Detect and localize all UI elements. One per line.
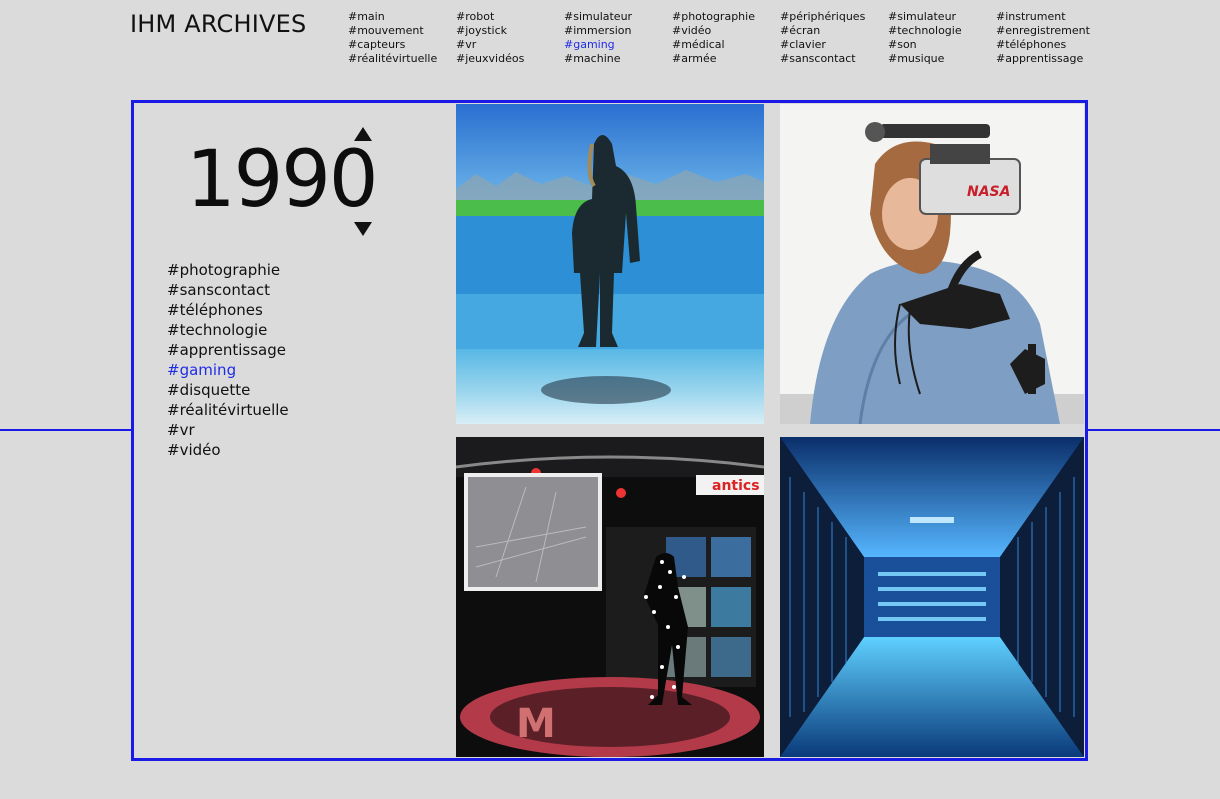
- tag-column: #instrument #enregistrement #téléphones #ap…: [996, 10, 1104, 66]
- nav-tag-link[interactable]: #simulateur: [564, 10, 672, 24]
- site-title[interactable]: IHM ARCHIVES: [130, 10, 306, 38]
- image-motion-capture-stage[interactable]: antics M: [456, 437, 764, 757]
- nav-tag-link[interactable]: #vidéo: [672, 24, 780, 38]
- nav-tag-link[interactable]: #gaming: [564, 38, 672, 52]
- nav-tag-link[interactable]: #musique: [888, 52, 996, 66]
- tag-column: #robot #joystick #vr #jeuxvidéos: [456, 10, 564, 66]
- nav-tag-link[interactable]: #immersion: [564, 24, 672, 38]
- nav-tag-link[interactable]: #capteurs: [348, 38, 456, 52]
- nav-tag-link[interactable]: #mouvement: [348, 24, 456, 38]
- nasa-logo-text: NASA: [967, 184, 1010, 200]
- entry-tag-link[interactable]: #photographie: [167, 260, 289, 280]
- nav-tag-link[interactable]: #joystick: [456, 24, 564, 38]
- year-up-arrow-icon[interactable]: [354, 127, 372, 141]
- nav-tag-link[interactable]: #photographie: [672, 10, 780, 24]
- entry-tag-link[interactable]: #gaming: [167, 360, 289, 380]
- nav-tag-link[interactable]: #technologie: [888, 24, 996, 38]
- nav-tag-link[interactable]: #armée: [672, 52, 780, 66]
- entry-tag-link[interactable]: #disquette: [167, 380, 289, 400]
- nav-tag-link[interactable]: #médical: [672, 38, 780, 52]
- nav-tag-link[interactable]: #vr: [456, 38, 564, 52]
- nav-tag-link[interactable]: #enregistrement: [996, 24, 1104, 38]
- entry-tag-link[interactable]: #technologie: [167, 320, 289, 340]
- entry-tag-link[interactable]: #vidéo: [167, 440, 289, 460]
- nav-tag-link[interactable]: #sanscontact: [780, 52, 888, 66]
- nav-tag-link[interactable]: #main: [348, 10, 456, 24]
- nav-tag-link[interactable]: #simulateur: [888, 10, 996, 24]
- nav-tag-link[interactable]: #jeuxvidéos: [456, 52, 564, 66]
- image-cave-virtual-reality[interactable]: [456, 104, 764, 424]
- nav-tag-link[interactable]: #réalitévirtuelle: [348, 52, 456, 66]
- nav-tag-link[interactable]: #apprentissage: [996, 52, 1104, 66]
- nav-tag-link[interactable]: #robot: [456, 10, 564, 24]
- nav-tag-link[interactable]: #écran: [780, 24, 888, 38]
- floor-logo-text: M: [516, 701, 556, 747]
- tag-column: #simulateur #technologie #son #musique: [888, 10, 996, 66]
- nav-tag-link[interactable]: #clavier: [780, 38, 888, 52]
- tag-column: #main #mouvement #capteurs #réalitévirtuell…: [348, 10, 456, 66]
- entry-tag-link[interactable]: #téléphones: [167, 300, 289, 320]
- entry-tag-list: #photographie #sanscontact #téléphones #tec…: [167, 260, 289, 460]
- nav-tag-link[interactable]: #instrument: [996, 10, 1104, 24]
- image-nasa-vr-headset[interactable]: NASA: [780, 104, 1084, 424]
- nav-tag-link[interactable]: #périphériques: [780, 10, 888, 24]
- year-down-arrow-icon[interactable]: [354, 222, 372, 236]
- year-display: 1990: [186, 135, 379, 225]
- entry-tag-link[interactable]: #vr: [167, 420, 289, 440]
- entry-tag-link[interactable]: #réalitévirtuelle: [167, 400, 289, 420]
- entry-tag-link[interactable]: #apprentissage: [167, 340, 289, 360]
- nav-tag-link[interactable]: #téléphones: [996, 38, 1104, 52]
- nav-tag-link[interactable]: #machine: [564, 52, 672, 66]
- nav-tag-link[interactable]: #son: [888, 38, 996, 52]
- tag-column: #simulateur #immersion #gaming #machine: [564, 10, 672, 66]
- tag-column: #périphériques #écran #clavier #sanscontact: [780, 10, 888, 66]
- antics-banner-text: antics: [712, 478, 760, 494]
- image-server-room[interactable]: [780, 437, 1084, 757]
- entry-tag-link[interactable]: #sanscontact: [167, 280, 289, 300]
- tag-column: #photographie #vidéo #médical #armée: [672, 10, 780, 66]
